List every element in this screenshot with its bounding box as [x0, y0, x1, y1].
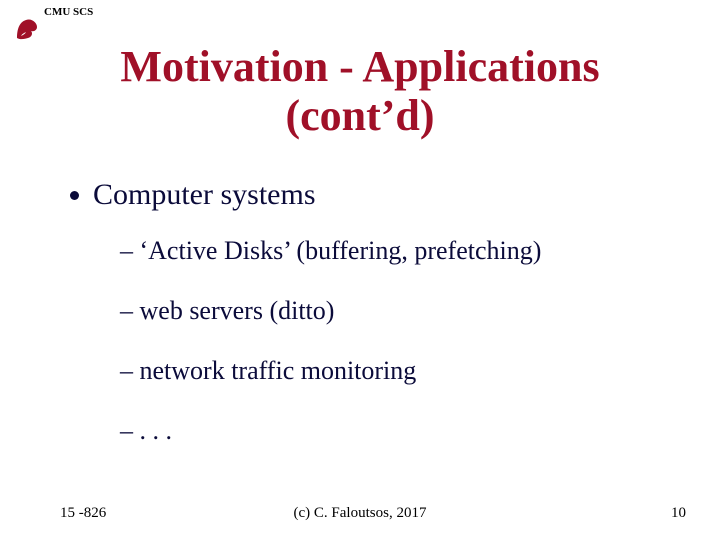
sub-bullet-3: – network traffic monitoring [120, 356, 416, 386]
header-label-wrap: CMU SCS [44, 6, 93, 18]
footer-copyright: (c) C. Faloutsos, 2017 [0, 505, 720, 522]
slide-title: Motivation - Applications (cont’d) [0, 42, 720, 141]
header-label: CMU SCS [44, 6, 93, 18]
slide-title-line1: Motivation - Applications [0, 42, 720, 91]
sub-bullet-4: – . . . [120, 416, 172, 446]
sub-bullet-2: – web servers (ditto) [120, 296, 334, 326]
bullet-level1: Computer systems [70, 178, 316, 212]
bullet-text: Computer systems [93, 178, 316, 212]
footer-page-number: 10 [671, 505, 686, 522]
bullet-disc-icon [70, 191, 79, 200]
slide-title-line2: (cont’d) [0, 91, 720, 140]
sub-bullet-1: – ‘Active Disks’ (buffering, prefetching… [120, 236, 541, 266]
